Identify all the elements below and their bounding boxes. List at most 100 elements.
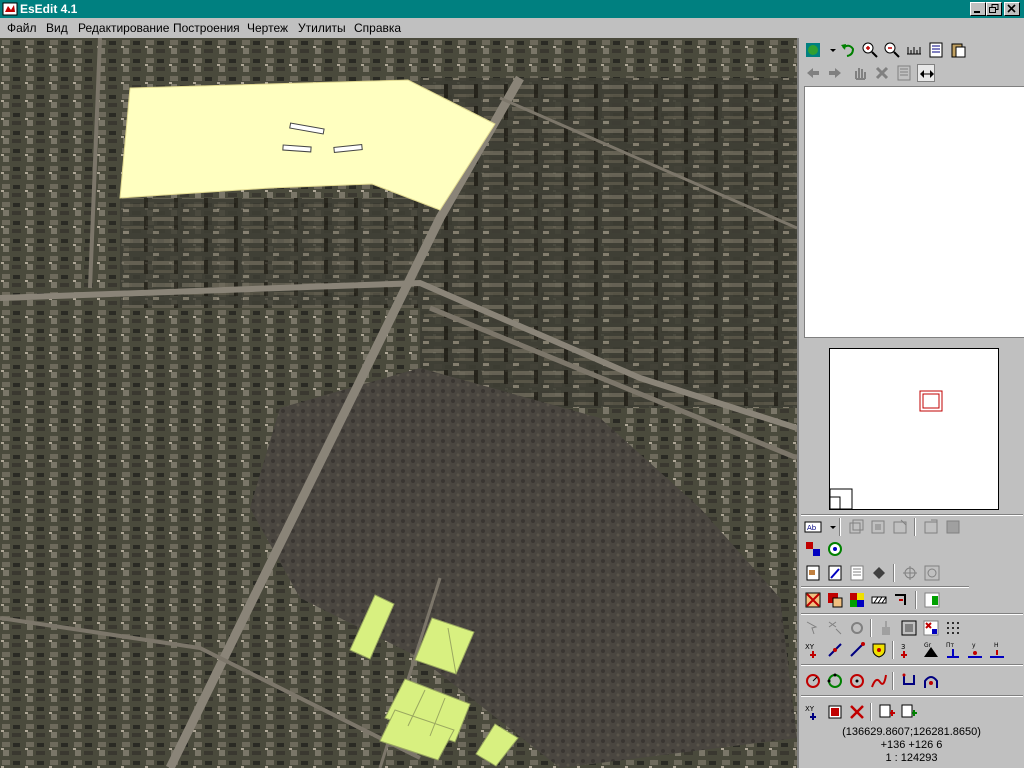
overview-map[interactable]	[829, 348, 999, 510]
arc-button[interactable]	[922, 672, 940, 690]
minimize-button[interactable]	[970, 2, 986, 16]
y-axis-button[interactable]: y	[966, 641, 984, 659]
coord-3-button[interactable]: 3	[900, 641, 918, 659]
svg-text:3: 3	[901, 643, 905, 651]
zoom-out-button[interactable]	[883, 41, 901, 59]
target-button[interactable]	[901, 564, 919, 582]
properties-button[interactable]	[895, 64, 913, 82]
perpendicular-button[interactable]: Пт	[944, 641, 962, 659]
paste-icon	[871, 520, 885, 534]
target-box-button[interactable]	[923, 564, 941, 582]
color-fill-icon	[924, 592, 940, 608]
new-doc-button[interactable]	[804, 564, 822, 582]
connect-button[interactable]	[804, 540, 822, 558]
slope-icon: Gr	[924, 642, 938, 657]
split-object-button[interactable]	[826, 591, 844, 609]
object-info-pane[interactable]	[804, 86, 1024, 338]
checkered-button[interactable]	[826, 703, 844, 721]
menu-view[interactable]: Вид	[46, 21, 68, 35]
text-style-button[interactable]: Ab	[804, 518, 822, 536]
y-axis-icon: y	[968, 642, 982, 658]
circle-3pt-button[interactable]	[826, 672, 844, 690]
cross-icon	[850, 705, 864, 719]
slope-button[interactable]: Gr	[922, 641, 940, 659]
back-button[interactable]	[804, 64, 822, 82]
disabled-tool-2[interactable]	[869, 518, 887, 536]
title-bar: EsEdit 4.1	[0, 0, 1024, 18]
menu-utilities[interactable]: Утилиты	[298, 21, 346, 35]
grid-button[interactable]	[944, 619, 962, 637]
menu-constructions[interactable]: Построения	[173, 21, 240, 35]
fill-button[interactable]	[870, 564, 888, 582]
circle-point-button[interactable]	[848, 672, 866, 690]
menu-drawing[interactable]: Чертеж	[247, 21, 288, 35]
xy-mark-button[interactable]: XY	[804, 703, 822, 721]
disabled-tool-1[interactable]	[847, 518, 865, 536]
disabled-tool-4[interactable]	[922, 518, 940, 536]
curve-button[interactable]	[870, 672, 888, 690]
svg-text:y: y	[972, 642, 976, 649]
fit-width-button[interactable]	[917, 64, 935, 82]
edit-doc-button[interactable]	[826, 564, 844, 582]
circle-point-icon	[850, 674, 864, 688]
restore-button[interactable]	[986, 2, 1002, 16]
h-axis-button[interactable]: H	[988, 641, 1006, 659]
layer-list-button[interactable]	[927, 41, 945, 59]
clipboard-button[interactable]	[949, 41, 967, 59]
line-end-button[interactable]	[848, 641, 866, 659]
frame-icon	[901, 620, 917, 636]
menu-help[interactable]: Справка	[354, 21, 401, 35]
xy-point-button[interactable]: XY	[804, 641, 822, 659]
select-area-button[interactable]	[826, 619, 844, 637]
separator	[801, 695, 1023, 697]
coordinates-readout: (136629.8607;126281.8650)	[842, 726, 981, 738]
text-style-dropdown[interactable]	[824, 518, 836, 536]
shield-button[interactable]	[870, 641, 888, 659]
export-button[interactable]	[900, 703, 918, 721]
copy-icon	[849, 519, 864, 534]
target-box-icon	[924, 565, 940, 581]
refresh-button[interactable]	[826, 540, 844, 558]
export-icon	[924, 519, 938, 534]
delete-button[interactable]	[873, 64, 891, 82]
connect-line-button[interactable]	[900, 672, 918, 690]
delete-object-button[interactable]	[804, 591, 822, 609]
overview-viewport-inner	[922, 393, 940, 409]
undo-button[interactable]	[839, 41, 857, 59]
layers-dropdown[interactable]	[824, 41, 836, 59]
move-button[interactable]	[878, 619, 896, 637]
merge-object-button[interactable]	[848, 591, 866, 609]
offset-button[interactable]	[892, 591, 910, 609]
scale-button[interactable]	[905, 41, 923, 59]
layers-button[interactable]	[804, 41, 822, 59]
window-title: EsEdit 4.1	[20, 2, 78, 16]
separator	[839, 518, 841, 536]
line-end-icon	[850, 642, 865, 657]
pan-button[interactable]	[851, 64, 869, 82]
map-canvas[interactable]	[0, 38, 797, 768]
disabled-tool-5[interactable]	[944, 518, 962, 536]
edit-document-icon	[828, 565, 842, 581]
mark-button[interactable]	[922, 619, 940, 637]
zoom-in-icon	[862, 42, 878, 58]
rotate-button[interactable]	[848, 619, 866, 637]
hatch-button[interactable]	[870, 591, 888, 609]
select-tool-button[interactable]	[804, 619, 822, 637]
menu-file[interactable]: Файл	[7, 21, 37, 35]
import-button[interactable]	[878, 703, 896, 721]
menu-edit[interactable]: Редактирование	[78, 21, 169, 35]
forward-button[interactable]	[826, 64, 844, 82]
close-button[interactable]	[1004, 2, 1020, 16]
frame-button[interactable]	[900, 619, 918, 637]
cross-delete-button[interactable]	[848, 703, 866, 721]
color-fill-button[interactable]	[923, 591, 941, 609]
page-button[interactable]	[848, 564, 866, 582]
arrow-left-icon	[807, 68, 819, 78]
circle-center-button[interactable]	[804, 672, 822, 690]
clipboard-icon	[951, 43, 966, 58]
line-point-button[interactable]	[826, 641, 844, 659]
split-icon	[828, 593, 843, 608]
merge-icon	[850, 593, 864, 607]
disabled-tool-3[interactable]	[891, 518, 909, 536]
zoom-in-button[interactable]	[861, 41, 879, 59]
